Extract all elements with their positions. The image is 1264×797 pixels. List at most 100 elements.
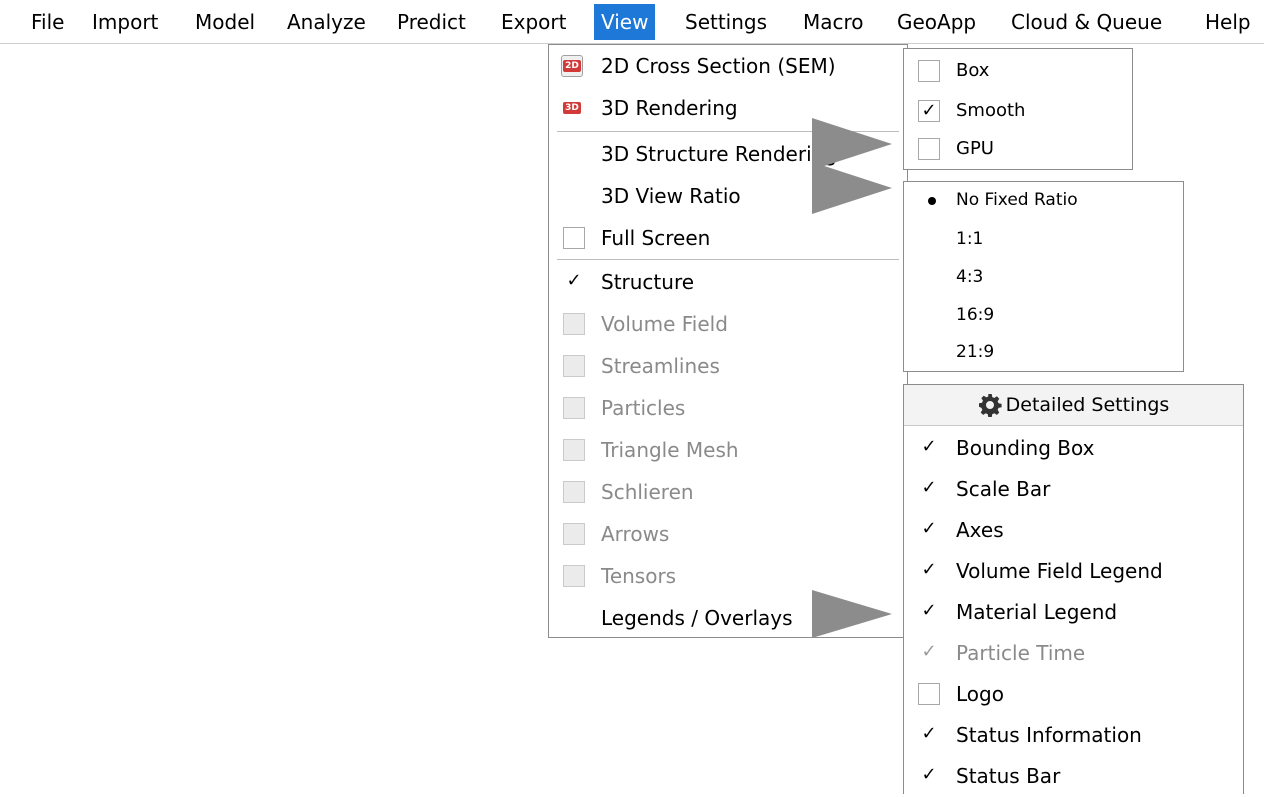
- check-icon: ✓: [918, 560, 940, 582]
- menu-item-arrows: Arrows: [549, 513, 907, 555]
- submenu-item-label: 21:9: [956, 342, 995, 362]
- menu-geoapp[interactable]: GeoApp: [890, 4, 983, 40]
- menu-item-label: 3D View Ratio: [601, 184, 741, 208]
- 2d-icon: 2D: [561, 55, 583, 77]
- view-ratio-submenu: No Fixed Ratio 1:1 4:3 16:9 21:9: [903, 181, 1184, 372]
- detailed-settings-button[interactable]: Detailed Settings: [904, 385, 1243, 426]
- overlay-item-status-bar[interactable]: ✓ Status Bar: [904, 755, 1243, 797]
- annotation-arrow: [812, 162, 892, 214]
- submenu-item-ratio-21-9[interactable]: 21:9: [904, 334, 1183, 371]
- menu-item-full-screen[interactable]: Full Screen: [549, 217, 907, 259]
- submenu-item-ratio-4-3[interactable]: 4:3: [904, 259, 1183, 296]
- submenu-item-smooth[interactable]: ✓ Smooth: [904, 91, 1132, 131]
- check-icon: ✓: [918, 437, 940, 459]
- menu-item-label: Structure: [601, 270, 695, 294]
- menu-item-structure[interactable]: ✓ Structure: [549, 261, 907, 303]
- overlay-item-label: Status Bar: [956, 764, 1061, 788]
- overlay-item-label: Particle Time: [956, 641, 1086, 665]
- overlay-item-label: Axes: [956, 518, 1004, 542]
- overlay-item-particle-time: ✓ Particle Time: [904, 632, 1243, 674]
- menu-item-streamlines: Streamlines: [549, 345, 907, 387]
- menu-item-particles: Particles: [549, 387, 907, 429]
- menu-analyze[interactable]: Analyze: [280, 4, 373, 40]
- menu-file[interactable]: File: [24, 4, 71, 40]
- checkbox: [563, 227, 585, 249]
- checkbox: [563, 397, 585, 419]
- menu-item-label: Tensors: [601, 564, 677, 588]
- check-icon: ✓: [918, 724, 940, 746]
- submenu-item-label: Box: [956, 60, 990, 81]
- menu-settings[interactable]: Settings: [678, 4, 774, 40]
- menu-export[interactable]: Export: [494, 4, 573, 40]
- overlay-item-label: Bounding Box: [956, 436, 1095, 460]
- submenu-item-label: No Fixed Ratio: [956, 190, 1078, 210]
- overlay-item-volume-field-legend[interactable]: ✓ Volume Field Legend: [904, 550, 1243, 592]
- checkbox: [563, 523, 585, 545]
- checkbox: [563, 439, 585, 461]
- checkbox: [563, 565, 585, 587]
- check-icon: ✓: [918, 478, 940, 500]
- menu-item-label: Schlieren: [601, 480, 694, 504]
- menu-bar: File Import Model Analyze Predict Export…: [0, 0, 1264, 44]
- check-icon: ✓: [918, 601, 940, 623]
- checkbox: [563, 313, 585, 335]
- legends-overlays-submenu: Detailed Settings ✓ Bounding Box ✓ Scale…: [903, 384, 1244, 794]
- menu-item-label: Particles: [601, 396, 686, 420]
- submenu-item-no-fixed-ratio[interactable]: No Fixed Ratio: [904, 182, 1183, 219]
- detailed-settings-label: Detailed Settings: [1005, 394, 1170, 416]
- submenu-item-label: 4:3: [956, 267, 984, 287]
- submenu-item-ratio-1-1[interactable]: 1:1: [904, 221, 1183, 258]
- overlay-item-logo[interactable]: Logo: [904, 673, 1243, 715]
- submenu-item-label: GPU: [956, 138, 994, 159]
- radio-selected-icon: [928, 197, 936, 205]
- menu-item-volume-field: Volume Field: [549, 303, 907, 345]
- overlay-item-label: Scale Bar: [956, 477, 1051, 501]
- menu-item-label: 3D Rendering: [601, 96, 738, 120]
- overlay-item-bounding-box[interactable]: ✓ Bounding Box: [904, 427, 1243, 469]
- submenu-item-box[interactable]: Box: [904, 51, 1132, 91]
- check-icon: ✓: [563, 271, 585, 293]
- overlay-item-axes[interactable]: ✓ Axes: [904, 509, 1243, 551]
- checkbox: [563, 481, 585, 503]
- menu-item-label: Streamlines: [601, 354, 720, 378]
- check-icon: ✓: [918, 765, 940, 787]
- submenu-item-gpu[interactable]: GPU: [904, 129, 1132, 169]
- checkbox: [918, 683, 940, 705]
- menu-separator: [557, 259, 899, 260]
- checkbox: [918, 138, 940, 160]
- menu-macro[interactable]: Macro: [796, 4, 871, 40]
- overlay-item-label: Material Legend: [956, 600, 1118, 624]
- overlay-item-material-legend[interactable]: ✓ Material Legend: [904, 591, 1243, 633]
- menu-cloud-queue[interactable]: Cloud & Queue: [1004, 4, 1169, 40]
- overlay-item-label: Volume Field Legend: [956, 559, 1163, 583]
- menu-item-label: Triangle Mesh: [601, 438, 739, 462]
- annotation-arrow: [812, 590, 892, 638]
- 3d-icon: 3D: [561, 97, 583, 119]
- gear-icon: [978, 394, 1002, 417]
- checkbox: [563, 355, 585, 377]
- menu-model[interactable]: Model: [188, 4, 262, 40]
- menu-item-2d-cross-section[interactable]: 2D 2D Cross Section (SEM): [549, 45, 907, 87]
- submenu-item-label: Smooth: [956, 100, 1026, 121]
- checkbox: [918, 60, 940, 82]
- check-icon: ✓: [918, 519, 940, 541]
- submenu-item-ratio-16-9[interactable]: 16:9: [904, 297, 1183, 334]
- menu-item-label: Arrows: [601, 522, 670, 546]
- submenu-item-label: 16:9: [956, 305, 995, 325]
- menu-view[interactable]: View: [594, 4, 656, 40]
- menu-item-label: Full Screen: [601, 226, 711, 250]
- overlay-item-label: Logo: [956, 682, 1004, 706]
- menu-item-triangle-mesh: Triangle Mesh: [549, 429, 907, 471]
- menu-import[interactable]: Import: [85, 4, 165, 40]
- menu-predict[interactable]: Predict: [390, 4, 473, 40]
- menu-item-schlieren: Schlieren: [549, 471, 907, 513]
- overlay-item-label: Status Information: [956, 723, 1142, 747]
- overlay-item-scale-bar[interactable]: ✓ Scale Bar: [904, 468, 1243, 510]
- submenu-item-label: 1:1: [956, 229, 984, 249]
- menu-help[interactable]: Help: [1198, 4, 1258, 40]
- menu-item-label: Volume Field: [601, 312, 728, 336]
- menu-item-label: Legends / Overlays: [601, 606, 793, 630]
- structure-rendering-submenu: Box ✓ Smooth GPU: [903, 48, 1133, 170]
- menu-item-label: 3D Structure Rendering: [601, 142, 838, 166]
- overlay-item-status-information[interactable]: ✓ Status Information: [904, 714, 1243, 756]
